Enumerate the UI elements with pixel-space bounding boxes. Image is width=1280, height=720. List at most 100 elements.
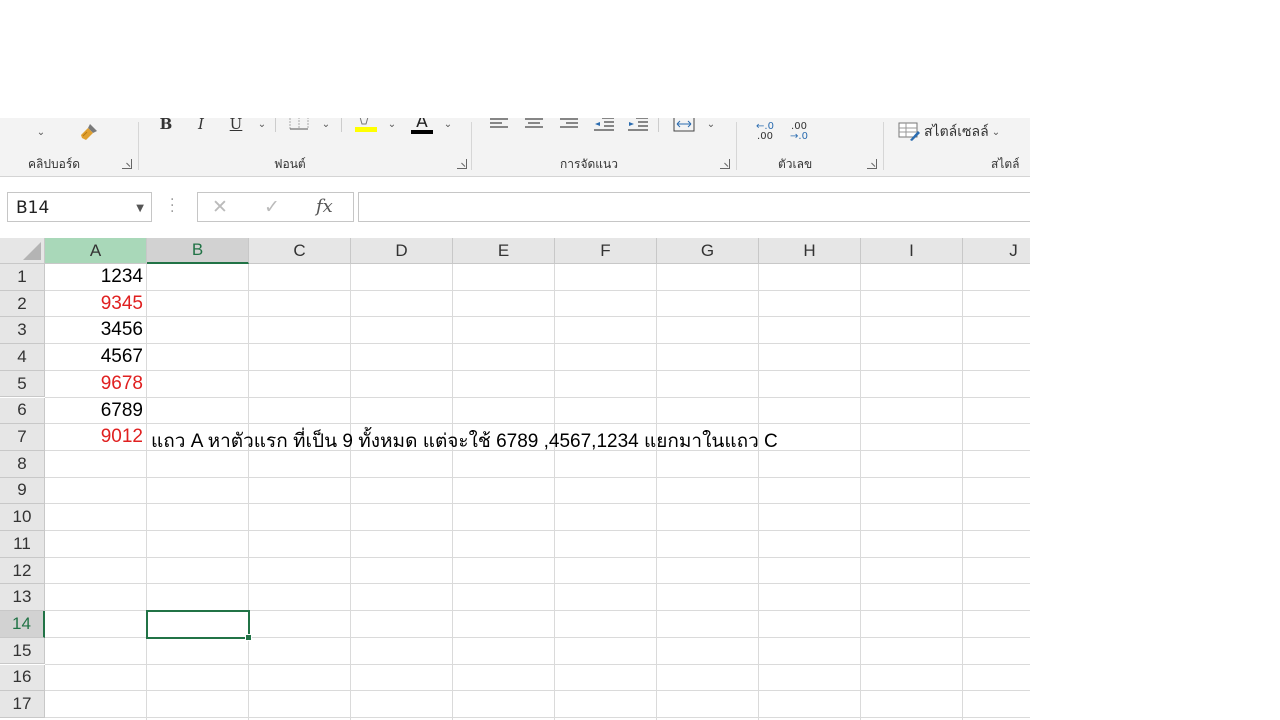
- row-header-5[interactable]: 5: [0, 370, 45, 398]
- gridline: [45, 476, 1030, 478]
- font-color-button[interactable]: A: [409, 118, 435, 136]
- gridline: [45, 663, 1030, 665]
- fill-bucket-icon: [355, 118, 377, 132]
- gridline: [45, 556, 1030, 558]
- borders-dropdown[interactable]: ⌄: [319, 118, 333, 136]
- column-header-d[interactable]: D: [351, 238, 453, 264]
- borders-button[interactable]: [287, 118, 311, 136]
- row-header-1[interactable]: 1: [0, 264, 45, 291]
- increase-indent-icon: [628, 118, 648, 131]
- column-header-e[interactable]: E: [453, 238, 555, 264]
- cell-a6[interactable]: 6789: [45, 400, 143, 422]
- gridline: [45, 396, 1030, 398]
- name-box-dropdown-icon[interactable]: ▼: [136, 203, 144, 214]
- borders-icon: [289, 118, 309, 130]
- cell-a4[interactable]: 4567: [45, 346, 143, 368]
- formula-buttons: ✕ ✓ fx: [197, 192, 354, 222]
- alignment-label: การจัดแนว: [560, 157, 618, 171]
- merge-cells-icon: [673, 118, 695, 132]
- underline-button[interactable]: U: [227, 118, 245, 136]
- gridline: [45, 289, 1030, 291]
- name-box-value: B14: [16, 198, 50, 218]
- number-launcher-icon[interactable]: [867, 159, 877, 169]
- formula-bar-grip-icon[interactable]: · · ·: [170, 193, 174, 219]
- insert-function-icon[interactable]: fx: [316, 196, 333, 217]
- gridline: [45, 716, 1030, 718]
- increase-decimal-button[interactable]: ←.0 .00: [751, 120, 779, 144]
- font-color-dropdown[interactable]: ⌄: [441, 118, 455, 136]
- align-right-icon: [560, 118, 578, 128]
- clipboard-label: คลิปบอร์ด: [28, 157, 81, 171]
- select-all-button[interactable]: [0, 238, 45, 264]
- spreadsheet-grid[interactable]: A B C D E F G H I J 1 2 3 4 5 6 7 8 9 10 11 12 13 14 15 16 17 1234 9…: [0, 238, 1030, 720]
- align-left-button[interactable]: [489, 118, 509, 136]
- cell-a1[interactable]: 1234: [45, 266, 143, 288]
- decrease-indent-icon: [594, 118, 614, 131]
- gridline: [656, 264, 657, 720]
- row-header-16[interactable]: 16: [0, 664, 45, 692]
- column-header-g[interactable]: G: [657, 238, 759, 264]
- format-painter-button[interactable]: [76, 120, 102, 144]
- align-center-button[interactable]: [524, 118, 544, 136]
- row-header-2[interactable]: 2: [0, 290, 45, 318]
- column-header-f[interactable]: F: [555, 238, 657, 264]
- cell-styles-button[interactable]: สไตล์เซลล์ ⌄: [898, 119, 1026, 145]
- gridline: [248, 264, 249, 720]
- row-header-15[interactable]: 15: [0, 637, 45, 665]
- cell-a3[interactable]: 3456: [45, 319, 143, 341]
- column-header-h[interactable]: H: [759, 238, 861, 264]
- column-header-j[interactable]: J: [963, 238, 1030, 264]
- selected-cell-outline[interactable]: [146, 610, 252, 641]
- row-header-8[interactable]: 8: [0, 450, 45, 478]
- row-header-14[interactable]: 14: [0, 611, 45, 638]
- cancel-icon[interactable]: ✕: [212, 196, 228, 218]
- align-right-button[interactable]: [559, 118, 579, 136]
- align-center-icon: [525, 118, 543, 128]
- row-header-3[interactable]: 3: [0, 317, 45, 345]
- column-header-i[interactable]: I: [861, 238, 963, 264]
- row-header-17[interactable]: 17: [0, 691, 45, 718]
- row-header-11[interactable]: 11: [0, 531, 45, 558]
- italic-button[interactable]: I: [193, 118, 209, 136]
- merge-center-button[interactable]: [672, 118, 696, 136]
- cell-b7[interactable]: แถว A หาตัวแรก ที่เป็น 9 ทั้งหมด แต่จะใช…: [151, 426, 778, 456]
- underline-dropdown[interactable]: ⌄: [255, 118, 269, 136]
- column-header-b[interactable]: B: [147, 238, 249, 264]
- fill-color-dropdown[interactable]: ⌄: [385, 118, 399, 136]
- font-launcher-icon[interactable]: [457, 159, 467, 169]
- gridline: [45, 423, 1030, 425]
- fill-color-button[interactable]: [353, 118, 379, 136]
- decrease-decimal-button[interactable]: .00 →.0: [785, 120, 813, 144]
- gridline: [45, 343, 1030, 345]
- font-color-letter: A: [416, 118, 428, 132]
- row-header-12[interactable]: 12: [0, 557, 45, 585]
- row-header-13[interactable]: 13: [0, 584, 45, 612]
- number-group: ←.0 .00 .00 →.0 ตัวเลข: [737, 118, 883, 176]
- row-header-7[interactable]: 7: [0, 424, 45, 451]
- gridline: [350, 264, 351, 720]
- increase-indent-button[interactable]: [627, 118, 649, 136]
- paste-dropdown[interactable]: ⌄: [34, 120, 48, 144]
- cell-styles-icon: [898, 122, 920, 141]
- cell-a2[interactable]: 9345: [45, 293, 143, 315]
- cell-a7[interactable]: 9012: [45, 426, 143, 448]
- alignment-group: ⌄ การจัดแนว: [472, 118, 736, 176]
- styles-label: สไตล์: [991, 157, 1020, 171]
- column-header-a[interactable]: A: [45, 238, 147, 264]
- row-header-9[interactable]: 9: [0, 477, 45, 505]
- clipboard-launcher-icon[interactable]: [122, 159, 132, 169]
- name-box[interactable]: B14 ▼: [7, 192, 152, 222]
- column-header-c[interactable]: C: [249, 238, 351, 264]
- decrease-indent-button[interactable]: [593, 118, 615, 136]
- gridline: [962, 264, 963, 720]
- enter-icon[interactable]: ✓: [264, 196, 280, 218]
- merge-dropdown[interactable]: ⌄: [704, 118, 718, 136]
- bold-button[interactable]: B: [157, 118, 175, 136]
- formula-input[interactable]: [358, 192, 1030, 222]
- row-header-4[interactable]: 4: [0, 344, 45, 371]
- row-header-6[interactable]: 6: [0, 397, 45, 425]
- number-label: ตัวเลข: [778, 157, 813, 171]
- cell-a5[interactable]: 9678: [45, 373, 143, 395]
- row-header-10[interactable]: 10: [0, 504, 45, 531]
- alignment-launcher-icon[interactable]: [720, 159, 730, 169]
